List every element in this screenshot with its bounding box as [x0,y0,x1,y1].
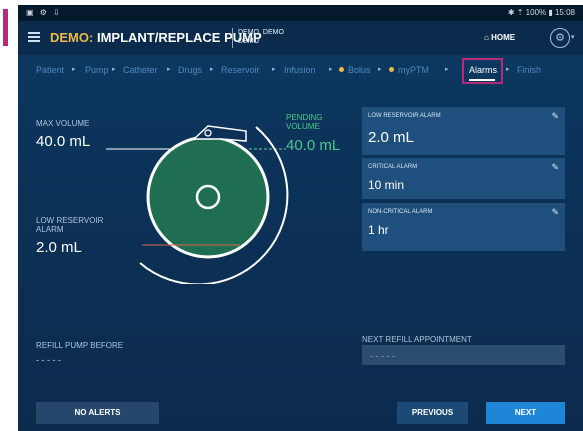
active-tab-indicator [469,79,495,81]
low-reservoir-value: 2.0 mL [36,239,82,256]
nav-item-patient[interactable]: Patient [36,65,64,75]
card-value: 1 hr [368,223,389,237]
critical-alarm-card[interactable]: CRITICAL ALARM 10 min ✎ [362,158,565,199]
pending-volume-label-2: VOLUME [286,122,320,131]
reservoir-circle [146,135,270,259]
catheter-port-icon [192,125,247,142]
chevron-down-icon[interactable]: ▾ [571,33,575,41]
title-divider [232,28,233,48]
patient-name-line2: DEMO [238,38,259,45]
max-volume-value: 40.0 mL [36,133,91,150]
card-label: CRITICAL ALARM [368,164,418,170]
title-text: IMPLANT/REPLACE PUMP [96,30,262,45]
non-critical-alarm-card[interactable]: NON-CRITICAL ALARM 1 hr ✎ [362,203,565,251]
patient-name: DEMO, DEMO DEMO [238,28,284,46]
page-title: DEMO: IMPLANT/REPLACE PUMP [50,30,262,45]
warning-dot-icon [389,67,394,72]
card-label: LOW RESERVOIR ALARM [368,113,441,119]
card-value: 2.0 mL [368,129,414,146]
next-refill-value: - - - - - [370,351,395,361]
next-button[interactable]: NEXT [486,402,565,424]
title-prefix: DEMO: [50,30,94,45]
pending-volume-value: 40.0 mL [286,137,341,154]
nav-item-catheter[interactable]: Catheter [123,65,158,75]
home-label: HOME [491,33,516,42]
nav-arrow-icon: ▸ [378,66,382,73]
edit-icon[interactable]: ✎ [551,207,559,218]
nav-arrow-icon: ▸ [329,66,333,73]
pending-volume-label-1: PENDING [286,113,323,122]
warning-dot-icon [339,67,344,72]
nav-arrow-icon: ▸ [210,66,214,73]
previous-button[interactable]: PREVIOUS [397,402,468,424]
nav-item-pump[interactable]: Pump [85,65,109,75]
no-alerts-button[interactable]: NO ALERTS [36,402,159,424]
nav-item-reservoir[interactable]: Reservoir [221,65,260,75]
tablet-screen: ▣ ⚙ ⇩ ✱ ⇡ 100% ▮ 15:08 DEMO: IMPLANT/REP… [18,5,583,431]
nav-item-finish[interactable]: Finish [517,65,541,75]
nav-arrow-icon: ▸ [506,66,510,73]
card-label: NON-CRITICAL ALARM [368,209,433,215]
nav-arrow-icon: ▸ [445,66,449,73]
nav-item-bolus[interactable]: Bolus [348,65,371,75]
nav-arrow-icon: ▸ [272,66,276,73]
home-button[interactable]: ⌂ HOME [484,33,515,42]
home-icon: ⌂ [484,33,489,42]
edit-icon[interactable]: ✎ [551,111,559,122]
status-right-info: ✱ ⇡ 100% ▮ 15:08 [507,8,575,17]
low-reservoir-label-2: ALARM [36,225,64,234]
nav-item-myptm[interactable]: myPTM [398,65,429,75]
status-bar: ▣ ⚙ ⇩ ✱ ⇡ 100% ▮ 15:08 [18,5,583,21]
highlight-marker [3,9,8,46]
pump-diagram [106,125,289,284]
max-volume-label: MAX VOLUME [36,119,90,128]
nav-item-drugs[interactable]: Drugs [178,65,202,75]
low-reservoir-alarm-card[interactable]: LOW RESERVOIR ALARM 2.0 mL ✎ [362,107,565,155]
nav-arrow-icon: ▸ [112,66,116,73]
nav-arrow-icon: ▸ [72,66,76,73]
patient-name-line1: DEMO, DEMO [238,29,284,36]
card-value: 10 min [368,178,405,192]
status-left-icons: ▣ ⚙ ⇩ [26,8,62,17]
gear-icon[interactable]: ⚙ [550,28,570,48]
refill-before-label: REFILL PUMP BEFORE [36,341,124,350]
nav-item-infusion[interactable]: Infusion [284,65,316,75]
nav-arrow-icon: ▸ [167,66,171,73]
next-refill-field[interactable]: - - - - - [362,345,565,365]
low-reservoir-label-1: LOW RESERVOIR [36,216,104,225]
app-bar: DEMO: IMPLANT/REPLACE PUMP DEMO, DEMO DE… [18,21,583,55]
menu-icon[interactable] [28,32,40,42]
next-refill-label: NEXT REFILL APPOINTMENT [362,335,472,344]
edit-icon[interactable]: ✎ [551,162,559,173]
refill-before-value: - - - - - [36,355,61,365]
